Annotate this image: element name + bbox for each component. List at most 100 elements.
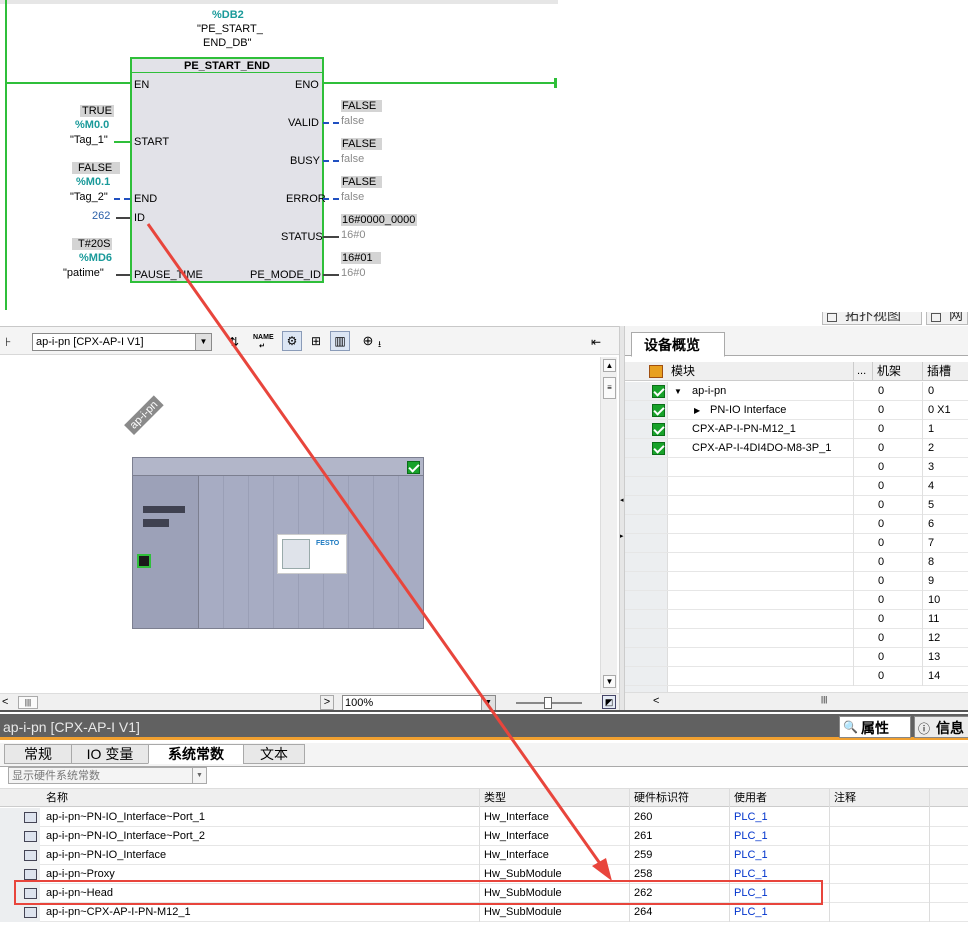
name-assign-icon[interactable]: NAME ↵: [252, 332, 274, 352]
tab-io-tags[interactable]: IO 变量: [71, 744, 149, 764]
id-constant[interactable]: 262: [92, 210, 110, 222]
overview-row[interactable]: 05: [625, 496, 968, 515]
table-row[interactable]: ap-i-pn~CPX-AP-I-PN-M12_1 Hw_SubModule 264…: [0, 903, 968, 922]
filter-select[interactable]: 显示硬件系统常数 ▼: [8, 767, 207, 784]
device-network-icon[interactable]: ⊦: [5, 336, 19, 348]
properties-title: ap-i-pn [CPX-AP-I V1]: [3, 719, 140, 735]
overview-row[interactable]: 06: [625, 515, 968, 534]
device-select[interactable]: ap-i-pn [CPX-AP-I V1] ▼: [32, 333, 212, 351]
comment-cell[interactable]: [830, 865, 930, 884]
col-user-header[interactable]: 使用者: [730, 789, 830, 808]
zoom-slider-handle[interactable]: [544, 697, 552, 709]
info-button[interactable]: ⓘ 信息: [914, 716, 968, 738]
overview-row[interactable]: 09: [625, 572, 968, 591]
zoom-chevron-icon[interactable]: ▼: [481, 696, 495, 710]
constant-user-link[interactable]: PLC_1: [734, 811, 768, 823]
pause-tag[interactable]: "patime": [63, 267, 104, 279]
collapse-panel-icon[interactable]: ⇤: [586, 332, 606, 352]
slot-value: 3: [928, 461, 935, 473]
constant-user-link[interactable]: PLC_1: [734, 906, 768, 918]
head-led-2: [143, 519, 169, 527]
device-rack[interactable]: FESTO: [132, 457, 424, 629]
expand-right-icon[interactable]: ▶: [694, 401, 700, 420]
tab-system-constants[interactable]: 系统常数: [148, 744, 244, 764]
table-row[interactable]: ap-i-pn~PN-IO_Interface~Port_2 Hw_Interfa…: [0, 827, 968, 846]
overview-row[interactable]: 0 14: [625, 667, 968, 686]
hscroll-right-icon[interactable]: >: [320, 695, 334, 710]
scroll-up-icon[interactable]: ▲: [603, 359, 616, 372]
col-hwid-header[interactable]: 硬件标识符: [630, 789, 730, 808]
overview-row[interactable]: 07: [625, 534, 968, 553]
filter-chevron-icon[interactable]: ▼: [192, 768, 206, 783]
module-tool-icon[interactable]: ⚙: [282, 331, 302, 351]
hscroll-thumb[interactable]: |||: [18, 696, 38, 709]
end-tag[interactable]: "Tag_2": [70, 191, 108, 203]
overview-tab[interactable]: 设备概览: [631, 332, 725, 357]
network-view-tab[interactable]: 网: [926, 312, 968, 325]
table-row[interactable]: ap-i-pn~PN-IO_Interface~Port_1 Hw_Interfa…: [0, 808, 968, 827]
scroll-down-icon[interactable]: ▼: [603, 675, 616, 688]
col-dots[interactable]: ...: [857, 365, 866, 377]
overview-row[interactable]: ▼ ap-i-pn 0 0: [625, 382, 968, 401]
splitter-right-icon[interactable]: ▸: [620, 532, 624, 540]
zoom-select[interactable]: 100% ▼: [342, 695, 496, 711]
expand-down-icon[interactable]: ▼: [674, 382, 682, 401]
filter-icon[interactable]: [649, 365, 663, 378]
table-view-icon[interactable]: ▥: [330, 331, 350, 351]
rack-value: 0: [878, 461, 885, 473]
rack-value: 0: [878, 556, 885, 568]
grid-view-icon[interactable]: ⊞: [306, 331, 326, 351]
constant-user-link[interactable]: PLC_1: [734, 868, 768, 880]
table-row[interactable]: ap-i-pn~PN-IO_Interface Hw_Interface 259 PL…: [0, 846, 968, 865]
pin-valid: VALID: [288, 117, 319, 129]
overview-row[interactable]: 0 10: [625, 591, 968, 610]
topology-view-tab[interactable]: 拓扑视图: [822, 312, 922, 325]
properties-button[interactable]: 🔍 属性: [839, 716, 911, 738]
overview-row[interactable]: CPX-AP-I-PN-M12_1 0 1: [625, 420, 968, 439]
tab-texts[interactable]: 文本: [243, 744, 305, 764]
ethernet-port-icon[interactable]: [137, 554, 151, 568]
col-rack[interactable]: 机架: [877, 365, 901, 377]
overview-row[interactable]: 0 13: [625, 648, 968, 667]
start-tag[interactable]: "Tag_1": [70, 134, 108, 146]
col-comment-header[interactable]: 注释: [830, 789, 930, 808]
constant-user-link[interactable]: PLC_1: [734, 849, 768, 861]
overview-row[interactable]: CPX-AP-I-4DI4DO-M8-3P_1 0 2: [625, 439, 968, 458]
zoom-down-icon[interactable]: ⭳: [378, 337, 381, 353]
type-cell: Hw_Interface: [480, 808, 630, 827]
comment-cell[interactable]: [830, 884, 930, 903]
comment-cell[interactable]: [830, 827, 930, 846]
user-cell[interactable]: PLC_1: [730, 808, 830, 827]
user-cell[interactable]: PLC_1: [730, 846, 830, 865]
tab-general[interactable]: 常规: [4, 744, 72, 764]
device-properties-icon[interactable]: ⇅: [224, 332, 244, 352]
user-cell[interactable]: PLC_1: [730, 827, 830, 846]
overview-row[interactable]: 0 11: [625, 610, 968, 629]
ov-scroll-thumb[interactable]: |||: [821, 695, 827, 704]
col-slot[interactable]: 插槽: [927, 365, 951, 377]
head-module[interactable]: [133, 476, 199, 628]
scroll-thumb[interactable]: ≡: [603, 377, 616, 399]
overview-row[interactable]: 03: [625, 458, 968, 477]
overview-row[interactable]: 0 12: [625, 629, 968, 648]
ov-scroll-left-icon[interactable]: <: [653, 695, 659, 707]
constant-user-link[interactable]: PLC_1: [734, 830, 768, 842]
splitter-left-icon[interactable]: ◂: [620, 496, 624, 504]
col-type-header[interactable]: 类型: [480, 789, 630, 808]
overview-hscroll[interactable]: < |||: [625, 692, 968, 710]
col-module[interactable]: 模块: [671, 365, 695, 377]
overview-row[interactable]: 08: [625, 553, 968, 572]
overview-nav-icon[interactable]: ◩: [602, 695, 616, 709]
hscroll-left-icon[interactable]: <: [2, 696, 8, 708]
col-name-header[interactable]: 名称: [40, 789, 480, 808]
comment-cell[interactable]: [830, 903, 930, 922]
user-cell[interactable]: PLC_1: [730, 903, 830, 922]
chevron-down-icon[interactable]: ▼: [195, 334, 211, 350]
overview-row[interactable]: 04: [625, 477, 968, 496]
overview-row[interactable]: ▶ PN-IO Interface 0 0 X1: [625, 401, 968, 420]
device-vscroll[interactable]: ▲ ≡ ▼: [600, 357, 617, 693]
comment-cell[interactable]: [830, 846, 930, 865]
device-view-panel: ⊦ ap-i-pn [CPX-AP-I V1] ▼ ⇅ NAME ↵ ⚙ ⊞ ▥ …: [0, 326, 619, 711]
zoom-icon[interactable]: ⊕: [358, 331, 378, 351]
comment-cell[interactable]: [830, 808, 930, 827]
